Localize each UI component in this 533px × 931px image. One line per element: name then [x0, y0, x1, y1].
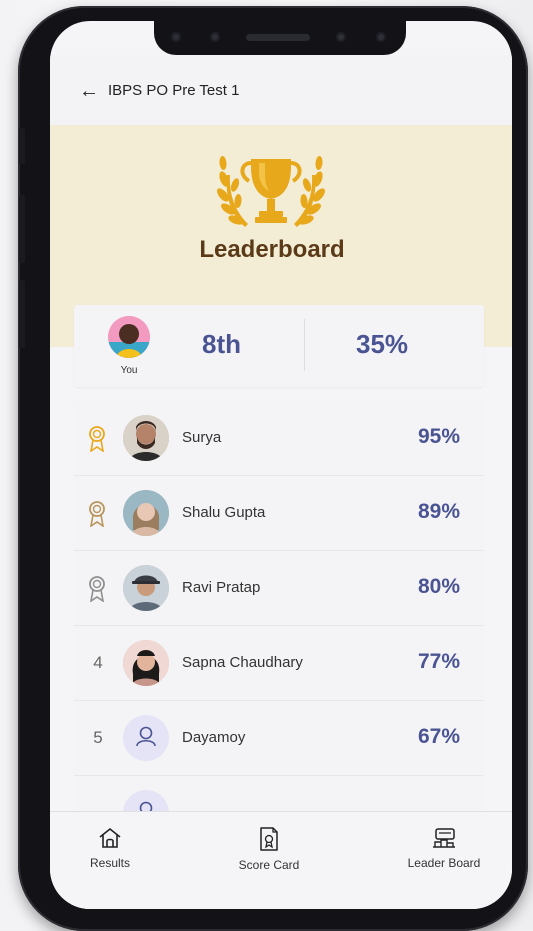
user-icon — [136, 726, 156, 747]
bottom-navigation: Results Score Card Leader Board — [50, 811, 512, 909]
participant-score: 77% — [417, 650, 460, 673]
list-item: Surya 95% — [74, 401, 484, 476]
participant-name: Ravi Pratap — [182, 579, 261, 596]
phone-notch — [154, 21, 406, 55]
participant-name: Dayamoy — [182, 729, 246, 746]
nav-label: Score Card — [238, 858, 300, 872]
leaderboard-title: Leaderboard — [199, 236, 345, 263]
your-rank-card: You 8th 35% — [74, 305, 484, 387]
camera-icon — [336, 32, 346, 42]
leaderboard-icon — [433, 828, 455, 848]
avatar — [123, 565, 169, 611]
avatar-placeholder — [123, 790, 169, 811]
participant-score: 95% — [417, 425, 460, 448]
bronze-medal-icon — [89, 501, 105, 527]
nav-score-card[interactable]: Score Card — [230, 826, 308, 872]
avatar-photo — [108, 316, 150, 358]
avatar — [123, 415, 169, 461]
gold-medal-icon — [89, 426, 105, 452]
camera-icon — [376, 32, 386, 42]
your-rank: 8th — [202, 329, 241, 359]
participant-name: Sapna Chaudhary — [182, 654, 303, 671]
you-label: You — [120, 365, 138, 376]
participant-name: Shalu Gupta — [182, 504, 266, 521]
divider — [304, 319, 305, 371]
side-button — [19, 128, 25, 164]
scorecard-icon — [260, 827, 278, 851]
nav-results[interactable]: Results — [86, 826, 134, 870]
nav-label: Results — [89, 856, 130, 870]
trophy-icon — [217, 156, 325, 227]
app-screen: ← IBPS PO Pre Test 1 Leaderboard You 8th… — [50, 21, 512, 909]
page-title: IBPS PO Pre Test 1 — [108, 82, 240, 99]
list-item: 5 Dayamoy 67% — [74, 701, 484, 776]
list-item — [74, 776, 484, 811]
nav-label: Leader Board — [407, 856, 481, 870]
home-icon — [99, 828, 121, 848]
camera-icon — [210, 32, 220, 42]
silver-medal-icon — [89, 576, 105, 602]
list-item: Shalu Gupta 89% — [74, 476, 484, 551]
participant-score: 89% — [417, 500, 460, 523]
list-item: Ravi Pratap 80% — [74, 551, 484, 626]
back-arrow-icon[interactable]: ← — [79, 81, 99, 101]
participant-score: 67% — [417, 725, 460, 748]
your-avatar — [108, 316, 150, 358]
list-item: 4 Sapna Chaudhary 77% — [74, 626, 484, 701]
side-button — [19, 280, 25, 348]
rank-number: 4 — [93, 653, 103, 672]
participant-name: Surya — [182, 429, 222, 446]
leaderboard-list: Surya 95% Shalu Gupta 89% Ravi Pratap 80… — [74, 401, 484, 811]
avatar — [123, 490, 169, 536]
user-icon — [139, 801, 153, 811]
rank-number: 5 — [93, 728, 103, 747]
speaker-grill — [246, 34, 310, 41]
camera-icon — [171, 32, 181, 42]
app-header: ← IBPS PO Pre Test 1 — [50, 55, 512, 126]
avatar-placeholder — [123, 715, 169, 761]
nav-leader-board[interactable]: Leader Board — [398, 826, 490, 870]
side-button — [19, 195, 25, 263]
avatar — [123, 640, 169, 686]
your-score: 35% — [356, 329, 409, 359]
participant-score: 80% — [417, 575, 460, 598]
